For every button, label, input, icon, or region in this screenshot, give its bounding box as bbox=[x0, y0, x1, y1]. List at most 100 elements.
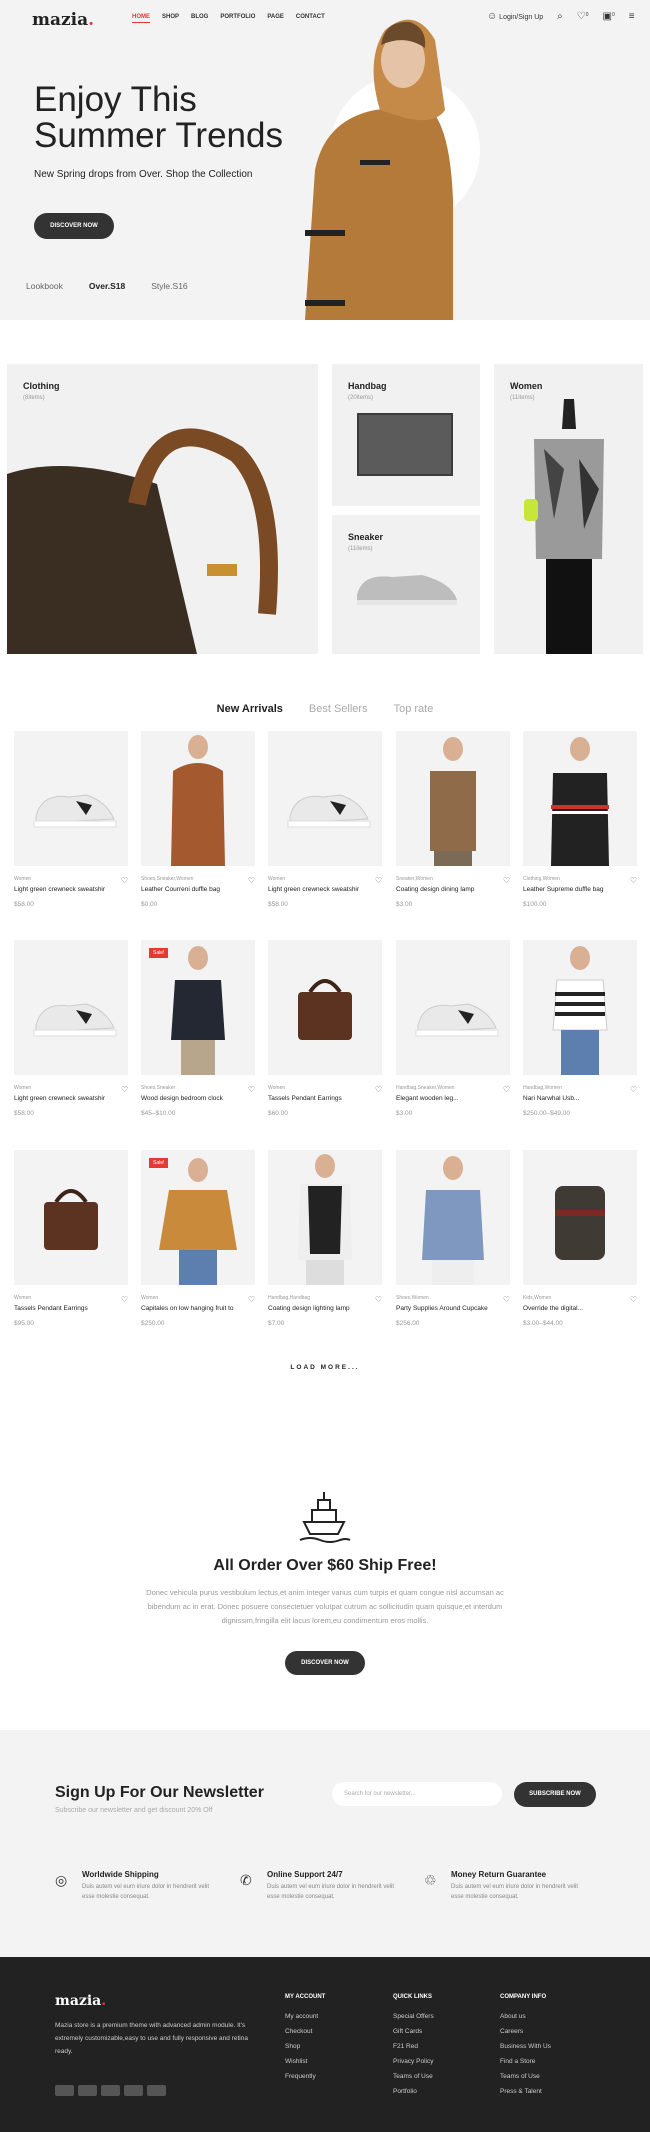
tab-top-rate[interactable]: Top rate bbox=[394, 703, 434, 715]
product-card[interactable]: Sneaker,Women Coating design dining lamp $… bbox=[396, 731, 510, 908]
menu-icon[interactable]: ≡ bbox=[629, 12, 635, 22]
product-card[interactable]: Handbag,Handbag Coating design lighting l… bbox=[268, 1150, 382, 1327]
product-image[interactable]: Sale! bbox=[141, 1150, 255, 1285]
footer-link[interactable]: About us bbox=[500, 2013, 551, 2020]
category-sneaker[interactable]: Sneaker (11items) bbox=[332, 515, 480, 654]
product-card[interactable]: Women Tassels Pendant Earrings $95.00 ♡ bbox=[14, 1150, 128, 1327]
product-card[interactable]: Women Light green crewneck sweatshir $58.0… bbox=[14, 731, 128, 908]
product-image[interactable] bbox=[268, 1150, 382, 1285]
nav-blog[interactable]: BLOG bbox=[191, 14, 208, 23]
load-more-button[interactable]: LOAD MORE... bbox=[0, 1364, 650, 1371]
product-card[interactable]: Sale! Shoes,Sneaker Wood design bedroom cl… bbox=[141, 940, 255, 1117]
hero-tab-over[interactable]: Over.S18 bbox=[89, 281, 125, 291]
tab-new-arrivals[interactable]: New Arrivals bbox=[217, 703, 283, 715]
footer-link[interactable]: Wishlist bbox=[285, 2058, 325, 2065]
product-name[interactable]: Light green crewneck sweatshir bbox=[268, 886, 382, 893]
heart-icon[interactable]: ♡ bbox=[121, 1295, 128, 1304]
product-card[interactable]: Sale! Women Capitales on low hanging fruit… bbox=[141, 1150, 255, 1327]
heart-icon[interactable]: ♡ bbox=[121, 876, 128, 885]
product-name[interactable]: Leather Courreni duffle bag bbox=[141, 886, 255, 893]
product-image[interactable] bbox=[268, 731, 382, 866]
product-card[interactable]: Shoes,Women Party Supplies Around Cupcake… bbox=[396, 1150, 510, 1327]
product-name[interactable]: Party Supplies Around Cupcake bbox=[396, 1305, 510, 1312]
footer-link[interactable]: Checkout bbox=[285, 2028, 325, 2035]
footer-link[interactable]: Teams of Use bbox=[393, 2073, 434, 2080]
tab-best-sellers[interactable]: Best Sellers bbox=[309, 703, 368, 715]
subscribe-button[interactable]: SUBSCRIBE NOW bbox=[514, 1782, 596, 1807]
nav-shop[interactable]: SHOP bbox=[162, 14, 179, 23]
footer-link[interactable]: Special Offers bbox=[393, 2013, 434, 2020]
product-name[interactable]: Light green crewneck sweatshir bbox=[14, 886, 128, 893]
hero-tab-style[interactable]: Style.S16 bbox=[151, 281, 187, 291]
wishlist-button[interactable]: ♡0 bbox=[577, 12, 589, 22]
footer-link[interactable]: Portfolio bbox=[393, 2088, 434, 2095]
shipping-discover-button[interactable]: DISCOVER NOW bbox=[285, 1651, 365, 1675]
heart-icon[interactable]: ♡ bbox=[630, 876, 637, 885]
heart-icon[interactable]: ♡ bbox=[248, 876, 255, 885]
footer-link[interactable]: Teams of Use bbox=[500, 2073, 551, 2080]
product-card[interactable]: Kids,Women Override the digital... $3.00–$… bbox=[523, 1150, 637, 1327]
cart-button[interactable]: ▣0 bbox=[603, 12, 615, 22]
product-name[interactable]: Light green crewneck sweatshir bbox=[14, 1095, 128, 1102]
product-image[interactable] bbox=[396, 1150, 510, 1285]
product-name[interactable]: Tassels Pendant Earrings bbox=[268, 1095, 382, 1102]
product-card[interactable]: Women Tassels Pendant Earrings $60.00 ♡ bbox=[268, 940, 382, 1117]
product-image[interactable] bbox=[396, 731, 510, 866]
footer-link[interactable]: Shop bbox=[285, 2043, 325, 2050]
nav-home[interactable]: HOME bbox=[132, 14, 150, 23]
product-card[interactable]: Handbag,Women Nari Narwhal Usb... $250.00–… bbox=[523, 940, 637, 1117]
heart-icon[interactable]: ♡ bbox=[375, 1295, 382, 1304]
footer-link[interactable]: Press & Talent bbox=[500, 2088, 551, 2095]
product-image[interactable] bbox=[141, 731, 255, 866]
nav-contact[interactable]: CONTACT bbox=[296, 14, 325, 23]
product-name[interactable]: Coating design lighting lamp bbox=[268, 1305, 382, 1312]
hero-discover-button[interactable]: DISCOVER NOW bbox=[34, 213, 114, 239]
hero-tab-lookbook[interactable]: Lookbook bbox=[26, 281, 63, 291]
product-image[interactable] bbox=[523, 940, 637, 1075]
heart-icon[interactable]: ♡ bbox=[503, 1295, 510, 1304]
product-name[interactable]: Coating design dining lamp bbox=[396, 886, 510, 893]
product-card[interactable]: Women Light green crewneck sweatshir $58.0… bbox=[268, 731, 382, 908]
footer-link[interactable]: My account bbox=[285, 2013, 325, 2020]
product-card[interactable]: Shoes,Sneaker,Women Leather Courreni duff… bbox=[141, 731, 255, 908]
category-women[interactable]: Women (11items) bbox=[494, 364, 643, 654]
product-name[interactable]: Override the digital... bbox=[523, 1305, 637, 1312]
product-name[interactable]: Leather Supreme duffle bag bbox=[523, 886, 637, 893]
heart-icon[interactable]: ♡ bbox=[248, 1295, 255, 1304]
heart-icon[interactable]: ♡ bbox=[630, 1085, 637, 1094]
heart-icon[interactable]: ♡ bbox=[503, 1085, 510, 1094]
product-name[interactable]: Capitales on low hanging fruit to bbox=[141, 1305, 255, 1312]
heart-icon[interactable]: ♡ bbox=[503, 876, 510, 885]
login-link[interactable]: ☺ Login/Sign Up bbox=[487, 12, 543, 22]
footer-link[interactable]: Gift Cards bbox=[393, 2028, 434, 2035]
product-image[interactable] bbox=[14, 1150, 128, 1285]
footer-link[interactable]: F21 Red bbox=[393, 2043, 434, 2050]
product-image[interactable]: Sale! bbox=[141, 940, 255, 1075]
category-clothing[interactable]: Clothing (8items) bbox=[7, 364, 318, 654]
product-image[interactable] bbox=[14, 940, 128, 1075]
search-icon[interactable]: ⌕ bbox=[557, 12, 563, 22]
logo[interactable]: mazia. bbox=[32, 10, 94, 30]
product-image[interactable] bbox=[396, 940, 510, 1075]
product-image[interactable] bbox=[14, 731, 128, 866]
footer-link[interactable]: Careers bbox=[500, 2028, 551, 2035]
product-name[interactable]: Elegant wooden leg... bbox=[396, 1095, 510, 1102]
product-card[interactable]: Women Light green crewneck sweatshir $58.0… bbox=[14, 940, 128, 1117]
product-card[interactable]: Clothing,Women Leather Supreme duffle bag… bbox=[523, 731, 637, 908]
product-name[interactable]: Wood design bedroom clock bbox=[141, 1095, 255, 1102]
footer-logo[interactable]: mazia. bbox=[55, 1993, 106, 2009]
nav-portfolio[interactable]: PORTFOLIO bbox=[220, 14, 255, 23]
heart-icon[interactable]: ♡ bbox=[121, 1085, 128, 1094]
heart-icon[interactable]: ♡ bbox=[248, 1085, 255, 1094]
footer-link[interactable]: Find a Store bbox=[500, 2058, 551, 2065]
product-card[interactable]: Handbag,Sneaker,Women Elegant wooden leg.… bbox=[396, 940, 510, 1117]
newsletter-email-input[interactable]: Search for our newsletter... bbox=[332, 1782, 502, 1806]
heart-icon[interactable]: ♡ bbox=[375, 1085, 382, 1094]
product-image[interactable] bbox=[523, 1150, 637, 1285]
heart-icon[interactable]: ♡ bbox=[630, 1295, 637, 1304]
footer-link[interactable]: Privacy Policy bbox=[393, 2058, 434, 2065]
footer-link[interactable]: Business With Us bbox=[500, 2043, 551, 2050]
nav-page[interactable]: PAGE bbox=[267, 14, 284, 23]
product-name[interactable]: Tassels Pendant Earrings bbox=[14, 1305, 128, 1312]
product-image[interactable] bbox=[523, 731, 637, 866]
